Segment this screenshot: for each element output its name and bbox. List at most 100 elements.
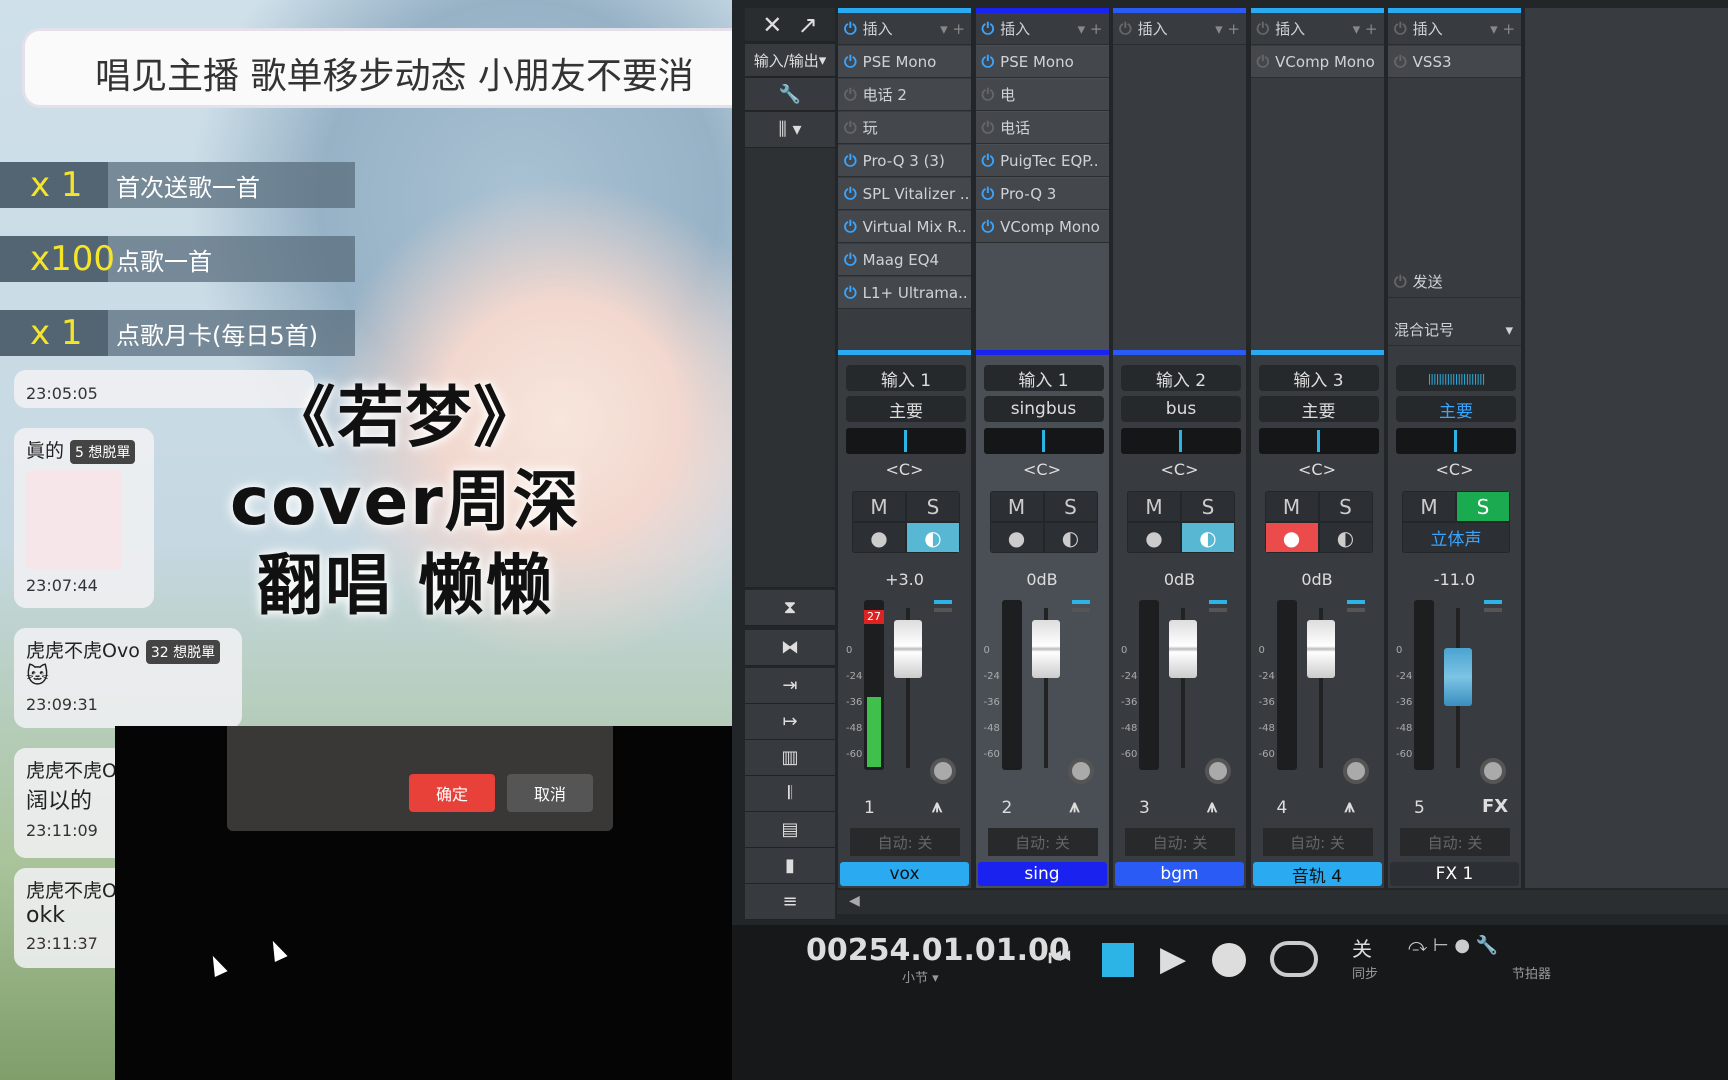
horizontal-scrollbar[interactable]: ◀ [837, 890, 1728, 914]
stop-button[interactable] [1102, 943, 1134, 977]
solo-button[interactable]: S [1456, 491, 1510, 522]
monitor-button[interactable]: ◐ [1318, 522, 1373, 553]
insert-slot[interactable]: ⏻ Pro-Q 3 [975, 178, 1109, 210]
insert-header[interactable]: ⏻ 插入 ▾ + [1388, 13, 1521, 45]
meter-mode-icon[interactable] [934, 600, 952, 612]
mix-marker-dropdown[interactable]: 混合记号 ▾ [1388, 314, 1521, 346]
power-icon[interactable]: ⏻ [844, 250, 857, 270]
io-toggle[interactable]: 输入/输出 ▾ [745, 44, 835, 77]
channel-name[interactable]: 音轨 4 [1252, 862, 1382, 887]
solo-button[interactable]: S [1181, 491, 1235, 522]
power-icon[interactable]: ⏻ [844, 283, 857, 303]
solo-button[interactable]: S [906, 491, 960, 522]
meter-mode-icon[interactable] [1071, 600, 1090, 612]
insert-slot[interactable]: ⏻ VComp Mono [975, 211, 1109, 243]
monitor-button[interactable]: ◐ [906, 522, 960, 553]
list-icon[interactable]: ≡ [745, 884, 835, 920]
insert-slot[interactable]: ⏻ Maag EQ4 [838, 244, 971, 276]
close-icon[interactable]: ✕ [762, 11, 782, 39]
output-selector[interactable]: 主要 [846, 396, 966, 422]
input-selector[interactable]: 输入 3 [1258, 365, 1379, 391]
solo-button[interactable]: S [1318, 491, 1373, 522]
volume-fader[interactable] [894, 620, 922, 678]
solo-button[interactable]: S [1043, 491, 1098, 522]
pan-slider[interactable] [1121, 428, 1241, 454]
input-selector[interactable]: 输入 1 [846, 365, 966, 391]
channel-name[interactable]: bgm [1115, 862, 1244, 886]
group-icon[interactable] [1067, 758, 1094, 784]
insert-header[interactable]: ⏻ 插入 ▾ + [838, 13, 971, 45]
loop-button[interactable] [1270, 941, 1318, 977]
mute-button[interactable]: M [1264, 491, 1319, 522]
add-insert-icon[interactable]: ▾ + [1078, 20, 1109, 38]
insert-slot[interactable]: ⏻ L1+ Ultrama.. [838, 277, 971, 309]
power-icon[interactable]: ⏻ [844, 85, 857, 105]
group-icon[interactable] [1342, 758, 1369, 784]
power-icon[interactable]: ⏻ [844, 19, 857, 39]
insert-slot[interactable]: ⏻ 电话 2 [838, 79, 971, 111]
meter-mode-icon[interactable] [1209, 600, 1227, 612]
fader-view-icon[interactable]: ⫼ ▾ [745, 112, 835, 148]
record-arm-button[interactable]: ● [1127, 522, 1181, 553]
automation-mode[interactable]: 自动: 关 [1400, 828, 1510, 856]
power-icon[interactable]: ⏻ [844, 151, 857, 171]
insert-slot[interactable]: ⏻ Pro-Q 3 (3) [838, 145, 971, 177]
automation-mode[interactable]: 自动: 关 [1262, 828, 1373, 856]
insert-header[interactable]: ⏻ 插入 ▾ + [1113, 13, 1246, 45]
insert-header[interactable]: ⏻ 插入 ▾ + [1250, 13, 1384, 45]
mute-button[interactable]: M [1402, 491, 1456, 522]
punch-icon[interactable]: ⤼ ⊢ ● 🔧 [1408, 935, 1498, 956]
power-icon[interactable]: ⏻ [982, 217, 995, 237]
monitor-button[interactable]: ◐ [1181, 522, 1235, 553]
group-icon[interactable] [1480, 758, 1506, 784]
add-insert-icon[interactable]: ▾ + [1353, 20, 1384, 38]
insert-slot[interactable]: ⏻ 电话 [975, 112, 1109, 144]
channel-name[interactable]: sing [977, 862, 1107, 886]
mute-button[interactable]: M [852, 491, 906, 522]
input-selector[interactable]: 输入 1 [983, 365, 1104, 391]
cancel-button[interactable]: 取消 [507, 774, 593, 812]
insert-slot[interactable]: ⏻ SPL Vitalizer .. [838, 178, 971, 210]
confirm-button[interactable]: 确定 [409, 774, 495, 812]
volume-fader[interactable] [1444, 648, 1472, 706]
mute-button[interactable]: M [989, 491, 1044, 522]
power-icon[interactable]: ⏻ [1257, 19, 1270, 39]
send-header[interactable]: ⏻ 发送 [1388, 266, 1521, 298]
pan-slider[interactable] [983, 428, 1104, 454]
power-icon[interactable]: ⏻ [844, 52, 857, 72]
input-icon[interactable]: ⇥ [745, 668, 835, 704]
power-icon[interactable]: ⏻ [1394, 19, 1407, 39]
power-icon[interactable]: ⏻ [982, 118, 995, 138]
metronome-label[interactable]: 节拍器 [1512, 963, 1551, 982]
stack-icon[interactable]: ▤ [745, 812, 835, 848]
channel-name[interactable]: FX 1 [1390, 862, 1519, 886]
power-icon[interactable]: ⏻ [1119, 19, 1132, 39]
volume-fader[interactable] [1169, 620, 1197, 678]
expand-icon[interactable]: ⧓ [745, 630, 835, 666]
monitor-button[interactable]: ◐ [1043, 522, 1098, 553]
add-insert-icon[interactable]: ▾ + [1215, 20, 1246, 38]
time-unit-dropdown[interactable]: 小节 ▾ [902, 967, 939, 986]
power-icon[interactable]: ⏻ [1257, 52, 1270, 72]
pan-slider[interactable] [846, 428, 966, 454]
record-button[interactable] [1212, 943, 1246, 977]
volume-fader[interactable] [1031, 620, 1060, 678]
power-icon[interactable]: ⏻ [982, 151, 995, 171]
sync-status[interactable]: 关 [1352, 933, 1372, 962]
meter-mode-icon[interactable] [1484, 600, 1502, 612]
automation-mode[interactable]: 自动: 关 [850, 828, 960, 856]
power-icon[interactable]: ⏻ [1394, 52, 1407, 72]
insert-slot[interactable]: ⏻ VComp Mono [1250, 46, 1384, 78]
output-selector[interactable]: 主要 [1258, 396, 1379, 422]
output-selector[interactable]: 主要 [1396, 396, 1516, 422]
insert-slot[interactable]: ⏻ PSE Mono [975, 46, 1109, 78]
power-icon[interactable]: ⏻ [844, 184, 857, 204]
group-icon[interactable] [1205, 758, 1231, 784]
record-arm-button[interactable]: ● [989, 522, 1044, 553]
instrument-icon[interactable]: ▥ [745, 740, 835, 776]
power-icon[interactable]: ⏻ [1394, 272, 1407, 292]
position-display[interactable]: 00254.01.01.00 [806, 933, 1070, 968]
pan-slider[interactable] [1258, 428, 1379, 454]
power-icon[interactable]: ⏻ [844, 217, 857, 237]
output-selector[interactable]: singbus [983, 396, 1104, 422]
